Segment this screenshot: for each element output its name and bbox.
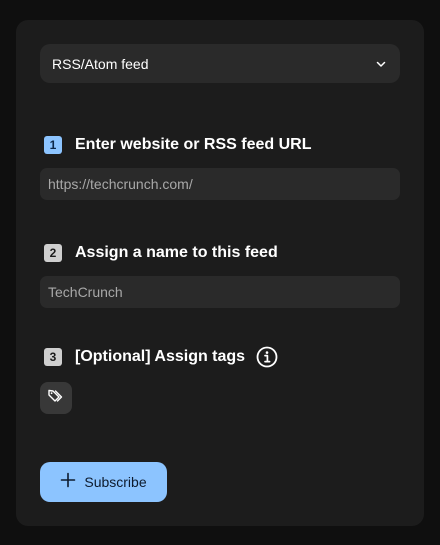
assign-tags-button[interactable] [40,382,72,414]
feed-type-select[interactable]: RSS/Atom feed [40,44,400,83]
feed-url-input[interactable]: https://techcrunch.com/ [40,168,400,200]
step-3-label: [Optional] Assign tags [75,348,246,365]
subscribe-feed-panel: RSS/Atom feed 1 Enter website or RSS fee… [16,20,424,526]
step-1-heading: 1 Enter website or RSS feed URL [44,136,312,154]
step-2-label: Assign a name to this feed [75,244,278,261]
feed-type-value: RSS/Atom feed [52,55,149,72]
info-icon[interactable] [255,345,279,369]
step-3-heading: 3 [Optional] Assign tags [44,345,279,369]
feed-name-input[interactable]: TechCrunch [40,276,400,308]
chevron-down-icon [374,57,388,71]
plus-icon [60,472,76,493]
subscribe-button[interactable]: Subscribe [40,462,167,502]
step-2-badge: 2 [44,244,62,262]
step-2-heading: 2 Assign a name to this feed [44,244,278,262]
step-3-badge: 3 [44,348,62,366]
step-1-label: Enter website or RSS feed URL [75,136,312,153]
tag-icon [47,387,65,410]
step-1-badge: 1 [44,136,62,154]
subscribe-label: Subscribe [84,474,147,490]
